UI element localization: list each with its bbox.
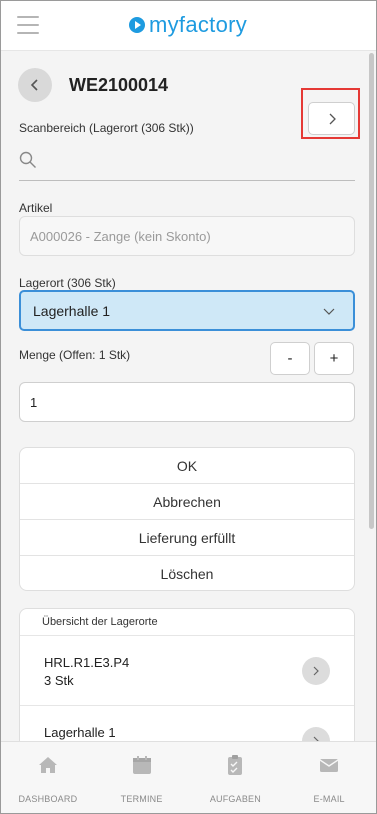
nav-label: TERMINE	[120, 794, 163, 804]
page-title: WE2100014	[69, 75, 169, 95]
nav-label: DASHBOARD	[18, 794, 78, 804]
location-quantity: 3 Stk	[44, 673, 74, 688]
calendar-icon	[132, 756, 151, 774]
brand-name: myfactory	[149, 12, 248, 37]
nav-tasks[interactable]: AUFGABEN	[189, 742, 283, 813]
nav-appointments[interactable]: TERMINE	[95, 742, 189, 813]
ok-button[interactable]: OK	[20, 448, 354, 484]
chevron-right-icon	[329, 113, 336, 124]
location-selected: Lagerhalle 1	[33, 303, 111, 319]
delete-button[interactable]: Löschen	[20, 556, 354, 590]
app-frame: myfactory WE2100014 Scanbereich (Lageror…	[0, 0, 377, 814]
scrollbar[interactable]	[369, 53, 374, 529]
back-button[interactable]	[18, 68, 52, 102]
brand-logo: myfactory	[129, 12, 247, 38]
next-button[interactable]	[308, 102, 355, 135]
overview-title: Übersicht der Lagerorte	[20, 609, 354, 636]
decrease-button[interactable]: -	[270, 342, 310, 375]
clipboard-icon	[228, 755, 243, 775]
search-icon	[19, 151, 36, 168]
chevron-right-icon[interactable]	[302, 657, 330, 685]
nav-dashboard[interactable]: DASHBOARD	[1, 742, 95, 813]
chevron-down-icon	[323, 308, 335, 315]
article-label: Artikel	[19, 201, 53, 215]
quantity-input[interactable]	[19, 382, 355, 422]
location-label: Lagerort (306 Stk)	[19, 276, 116, 290]
nav-label: AUFGABEN	[209, 794, 261, 804]
home-icon	[38, 757, 57, 773]
delivery-complete-button[interactable]: Lieferung erfüllt	[20, 520, 354, 556]
action-buttons: OK Abbrechen Lieferung erfüllt Löschen	[19, 447, 355, 591]
location-name: HRL.R1.E3.P4	[44, 655, 130, 670]
scan-label: Scanbereich (Lagerort (306 Stk))	[19, 121, 194, 135]
chevron-left-icon	[30, 79, 38, 91]
nav-label: E-MAIL	[313, 794, 345, 804]
app-header: myfactory	[1, 1, 376, 51]
scan-field	[19, 146, 355, 181]
nav-email[interactable]: E-MAIL	[282, 742, 376, 813]
scan-input[interactable]	[45, 150, 345, 174]
list-item[interactable]: HRL.R1.E3.P4 3 Stk	[20, 636, 354, 706]
location-select[interactable]: Lagerhalle 1	[19, 290, 355, 331]
mail-icon	[319, 759, 339, 772]
menu-icon[interactable]	[17, 16, 39, 34]
logo-icon	[129, 17, 145, 33]
bottom-navigation: DASHBOARD TERMINE AUFGABEN E-MAIL	[1, 741, 376, 813]
cancel-button[interactable]: Abbrechen	[20, 484, 354, 520]
quantity-label: Menge (Offen: 1 Stk)	[19, 348, 131, 362]
location-name: Lagerhalle 1	[44, 725, 116, 740]
article-field: A000026 - Zange (kein Skonto)	[19, 216, 355, 256]
increase-button[interactable]: +	[314, 342, 354, 375]
